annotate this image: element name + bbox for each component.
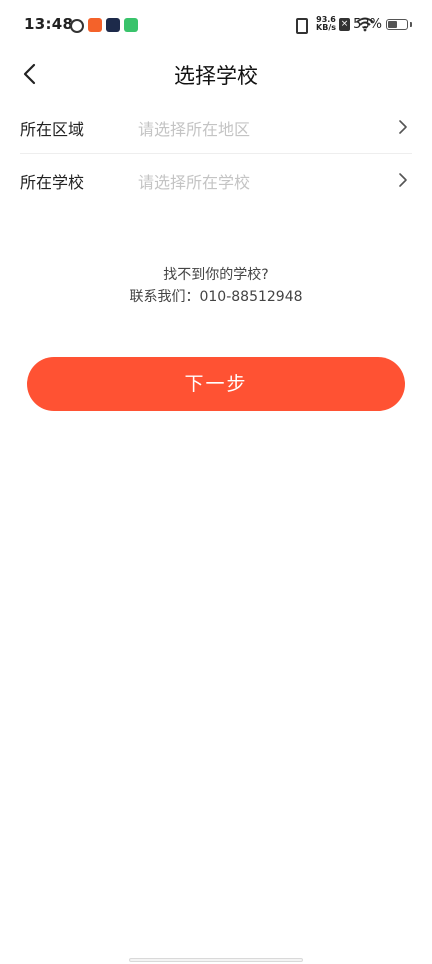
chevron-right-icon [399,173,407,187]
status-bar: 13:48 93.6 KB/s × 53% [0,0,432,52]
school-label: 所在学校 [20,173,85,192]
next-button[interactable]: 下一步 [27,357,405,411]
help-contact[interactable]: 联系我们：010-88512948 [0,286,432,306]
battery-cap [410,22,412,27]
home-indicator[interactable] [129,958,303,962]
school-select-row[interactable]: 所在学校 请选择所在学校 [20,154,412,206]
chevron-right-icon [399,120,407,134]
no-sim-icon: × [339,18,350,31]
battery-icon [386,19,408,30]
vibrate-icon [296,18,308,34]
net-speed-unit: KB/s [316,23,336,32]
help-question: 找不到你的学校? [163,267,269,283]
play-app-icon [106,18,120,32]
battery-fill [388,21,397,28]
region-label: 所在区域 [20,120,85,139]
region-select-row[interactable]: 所在区域 请选择所在地区 [20,101,412,154]
orange-app-icon [88,18,102,32]
region-placeholder: 请选择所在地区 [138,120,251,139]
page-title: 选择学校 [174,64,258,88]
swirl-icon [70,19,84,33]
green-app-icon [124,18,138,32]
status-time: 13:48 [24,15,74,33]
battery-percent: 53% [353,17,382,32]
school-placeholder: 请选择所在学校 [138,173,251,192]
nav-bar: 选择学校 [0,52,432,96]
net-speed: 93.6 KB/s [316,16,336,32]
